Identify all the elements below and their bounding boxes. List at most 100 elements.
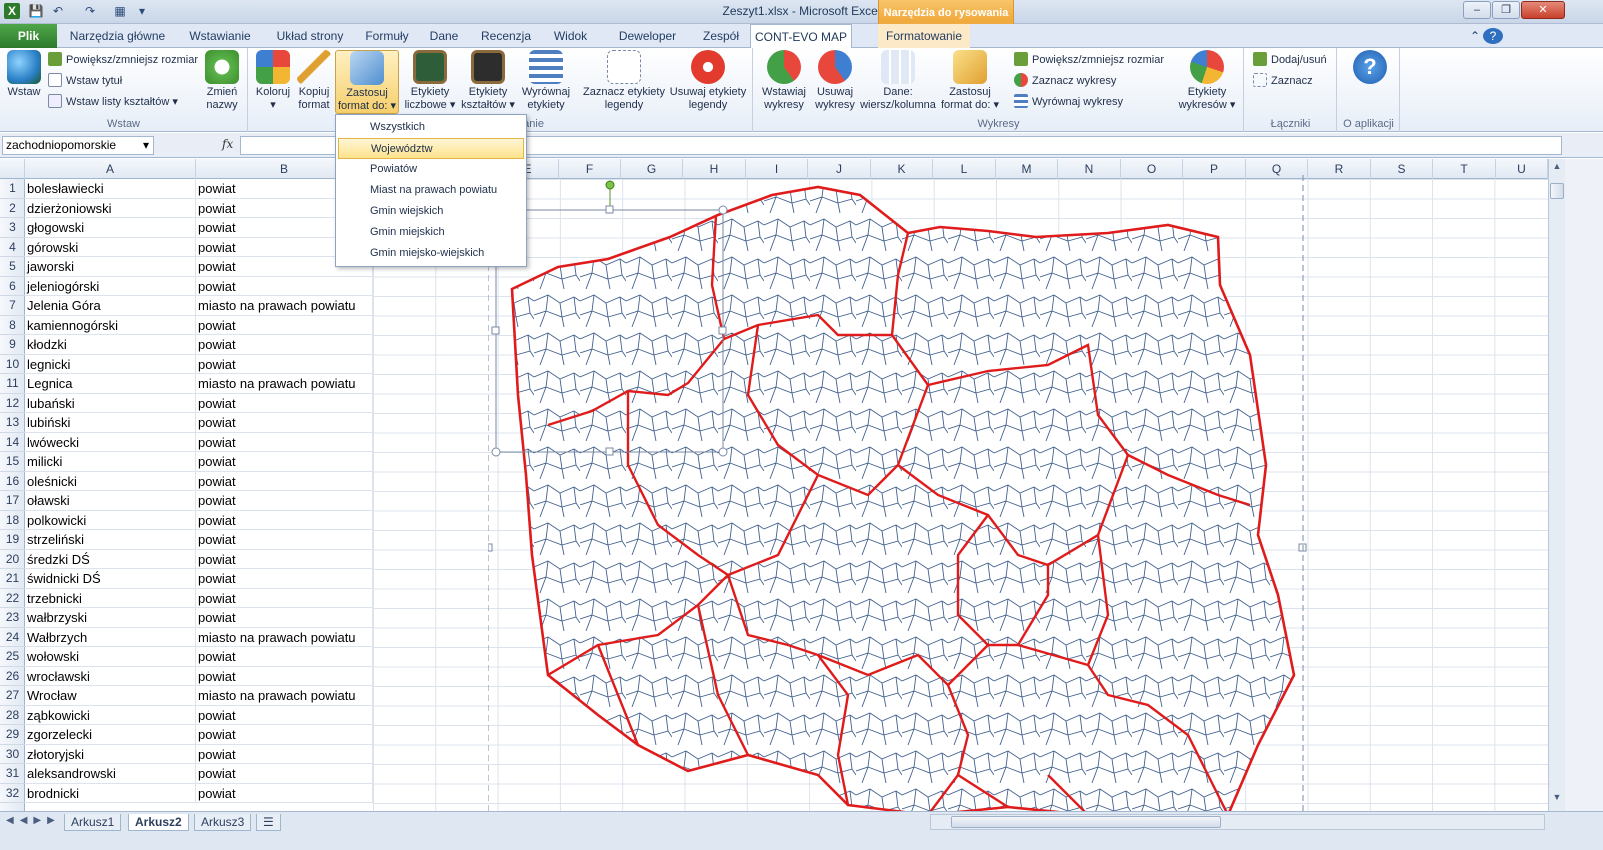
- select-all-corner[interactable]: [0, 159, 25, 179]
- column-header[interactable]: T: [1433, 159, 1496, 179]
- insert-map-button[interactable]: Wstaw: [2, 50, 46, 99]
- cell-name[interactable]: kamiennogórski: [25, 315, 196, 335]
- cell-name[interactable]: górowski: [25, 237, 196, 257]
- cell-name[interactable]: Wałbrzych: [25, 627, 196, 647]
- cell-name[interactable]: jeleniogórski: [25, 276, 196, 296]
- cell-type[interactable]: powiat: [196, 549, 373, 569]
- row-header[interactable]: 9: [0, 335, 25, 355]
- tab-formulas[interactable]: Formuły: [357, 24, 417, 48]
- column-header[interactable]: A: [25, 159, 196, 179]
- row-header[interactable]: 13: [0, 413, 25, 433]
- tab-data[interactable]: Dane: [419, 24, 469, 48]
- row-header[interactable]: 23: [0, 608, 25, 628]
- charts-resize-button[interactable]: Powiększ/zmniejsz rozmiar: [1014, 50, 1164, 70]
- color-button[interactable]: Koloruj ▾: [253, 50, 293, 112]
- restore-button[interactable]: ❐: [1492, 1, 1520, 19]
- select-legend-labels-button[interactable]: Zaznacz etykiety legendy: [581, 50, 667, 112]
- cell-name[interactable]: milicki: [25, 452, 196, 472]
- sheet-tab-active[interactable]: Arkusz2: [128, 814, 189, 831]
- cell-name[interactable]: legnicki: [25, 354, 196, 374]
- cell-type[interactable]: powiat: [196, 393, 373, 413]
- resize-button[interactable]: Powiększ/zmniejsz rozmiar: [48, 50, 198, 70]
- cell-type[interactable]: miasto na prawach powiatu: [196, 627, 373, 647]
- apply-format-button[interactable]: Zastosuj format do: ▾: [335, 50, 399, 114]
- cell-type[interactable]: powiat: [196, 588, 373, 608]
- rename-button[interactable]: Zmień nazwy: [200, 50, 244, 112]
- cell-type[interactable]: powiat: [196, 647, 373, 667]
- cell-name[interactable]: wołowski: [25, 647, 196, 667]
- tab-page-layout[interactable]: Układ strony: [265, 24, 355, 48]
- dropdown-item-counties[interactable]: Powiatów: [338, 159, 524, 180]
- cell-type[interactable]: powiat: [196, 530, 373, 550]
- cell-type[interactable]: miasto na prawach powiatu: [196, 374, 373, 394]
- row-header[interactable]: 30: [0, 745, 25, 764]
- tab-home[interactable]: Narzędzia główne: [60, 24, 175, 48]
- cell-type[interactable]: powiat: [196, 725, 373, 745]
- insert-title-button[interactable]: Wstaw tytuł: [48, 71, 122, 91]
- tab-file[interactable]: Plik: [0, 24, 57, 48]
- rotate-handle[interactable]: [605, 180, 615, 190]
- cell-name[interactable]: brodnicki: [25, 783, 196, 803]
- cell-name[interactable]: ząbkowicki: [25, 705, 196, 725]
- row-header[interactable]: 12: [0, 394, 25, 413]
- row-header[interactable]: 29: [0, 725, 25, 745]
- row-header[interactable]: 25: [0, 647, 25, 667]
- cell-name[interactable]: strzeliński: [25, 530, 196, 550]
- name-box-dropdown-icon[interactable]: ▾: [143, 137, 149, 154]
- shape-labels-button[interactable]: Etykiety kształtów ▾: [459, 50, 517, 112]
- cell-type[interactable]: miasto na prawach powiatu: [196, 686, 373, 706]
- sheet-tab[interactable]: Arkusz3: [194, 814, 252, 831]
- cell-name[interactable]: wałbrzyski: [25, 608, 196, 628]
- about-button[interactable]: ?: [1350, 50, 1390, 86]
- number-labels-button[interactable]: Etykiety liczbowe ▾: [401, 50, 459, 112]
- row-header[interactable]: 6: [0, 277, 25, 296]
- row-header[interactable]: 10: [0, 355, 25, 374]
- column-header[interactable]: R: [1308, 159, 1371, 179]
- cell-type[interactable]: powiat: [196, 569, 373, 589]
- cell-name[interactable]: głogowski: [25, 218, 196, 238]
- row-header[interactable]: 2: [0, 199, 25, 218]
- dropdown-item-voivodeships[interactable]: Województw: [338, 138, 524, 159]
- cell-name[interactable]: lubański: [25, 393, 196, 413]
- cell-type[interactable]: powiat: [196, 491, 373, 511]
- cell-name[interactable]: złotoryjski: [25, 744, 196, 764]
- row-header[interactable]: 8: [0, 316, 25, 335]
- column-header[interactable]: S: [1371, 159, 1433, 179]
- tab-developer[interactable]: Deweloper: [600, 24, 695, 48]
- row-header[interactable]: 31: [0, 764, 25, 784]
- row-header[interactable]: 15: [0, 452, 25, 472]
- cell-name[interactable]: dzierżoniowski: [25, 198, 196, 218]
- cell-type[interactable]: powiat: [196, 744, 373, 764]
- vertical-scrollbar[interactable]: ▲ ▼: [1548, 159, 1565, 811]
- cell-type[interactable]: powiat: [196, 705, 373, 725]
- tab-review[interactable]: Recenzja: [471, 24, 541, 48]
- align-labels-button[interactable]: Wyrównaj etykiety: [517, 50, 575, 112]
- row-header[interactable]: 11: [0, 374, 25, 394]
- dropdown-item-cities[interactable]: Miast na prawach powiatu: [338, 180, 524, 201]
- row-header[interactable]: 5: [0, 257, 25, 277]
- dropdown-item-rural-communes[interactable]: Gmin wiejskich: [338, 201, 524, 222]
- insert-lists-button[interactable]: Wstaw listy kształtów ▾: [48, 92, 178, 112]
- cell-name[interactable]: oleśnicki: [25, 471, 196, 491]
- row-header[interactable]: 21: [0, 569, 25, 589]
- cell-name[interactable]: zgorzelecki: [25, 725, 196, 745]
- cell-name[interactable]: oławski: [25, 491, 196, 511]
- row-header[interactable]: 14: [0, 433, 25, 452]
- tab-view[interactable]: Widok: [543, 24, 598, 48]
- cell-name[interactable]: bolesławiecki: [25, 179, 196, 199]
- tab-format[interactable]: Formatowanie: [878, 24, 970, 48]
- cell-type[interactable]: powiat: [196, 783, 373, 803]
- cell-type[interactable]: powiat: [196, 432, 373, 452]
- cell-type[interactable]: powiat: [196, 354, 373, 374]
- name-box[interactable]: zachodniopomorskie ▾: [2, 136, 154, 155]
- row-header[interactable]: 19: [0, 530, 25, 550]
- copy-format-button[interactable]: Kopiuj format: [293, 50, 335, 112]
- tab-team[interactable]: Zespół: [697, 24, 745, 48]
- cell-name[interactable]: aleksandrowski: [25, 764, 196, 784]
- dropdown-item-all[interactable]: Wszystkich: [338, 117, 524, 138]
- cell-type[interactable]: powiat: [196, 413, 373, 433]
- sheet-tab[interactable]: Arkusz1: [64, 814, 122, 831]
- cell-name[interactable]: średzki DŚ: [25, 549, 196, 569]
- cell-type[interactable]: powiat: [196, 276, 373, 296]
- poland-map[interactable]: [488, 175, 1308, 815]
